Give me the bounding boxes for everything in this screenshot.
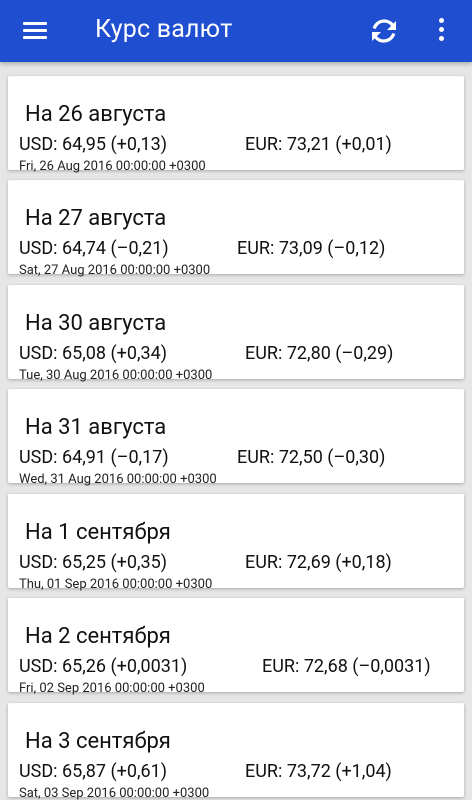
rate-timestamp: Fri, 02 Sep 2016 00:00:00 +0300 bbox=[19, 681, 205, 696]
rate-card[interactable]: На 31 августа USD: 64,91 (–0,17) EUR: 72… bbox=[8, 389, 464, 487]
menu-line bbox=[23, 22, 47, 25]
rate-date-title: На 27 августа bbox=[25, 206, 167, 231]
usd-rate: USD: 65,87 (+0,61) bbox=[19, 761, 167, 782]
more-vertical-icon[interactable] bbox=[430, 14, 454, 48]
refresh-icon[interactable] bbox=[366, 13, 402, 49]
rate-date-title: На 30 августа bbox=[25, 311, 167, 336]
rate-timestamp: Sat, 03 Sep 2016 00:00:00 +0300 bbox=[19, 786, 210, 800]
rate-card[interactable]: На 3 сентября USD: 65,87 (+0,61) EUR: 73… bbox=[8, 703, 464, 800]
eur-rate: EUR: 72,68 (–0,0031) bbox=[262, 656, 431, 677]
rate-date-title: На 31 августа bbox=[25, 415, 167, 440]
page-title: Курс валют bbox=[95, 15, 233, 44]
more-dot bbox=[439, 27, 444, 32]
usd-rate: USD: 65,08 (+0,34) bbox=[19, 343, 167, 364]
rate-date-title: На 26 августа bbox=[25, 102, 167, 127]
eur-rate: EUR: 72,69 (+0,18) bbox=[245, 552, 392, 573]
eur-rate: EUR: 73,21 (+0,01) bbox=[245, 134, 392, 155]
rate-card[interactable]: На 2 сентября USD: 65,26 (+0,0031) EUR: … bbox=[8, 598, 464, 696]
rate-timestamp: Fri, 26 Aug 2016 00:00:00 +0300 bbox=[19, 159, 206, 174]
rate-card[interactable]: На 30 августа USD: 65,08 (+0,34) EUR: 72… bbox=[8, 285, 464, 383]
rates-list[interactable]: На 26 августа USD: 64,95 (+0,13) EUR: 73… bbox=[0, 62, 472, 800]
usd-rate: USD: 65,25 (+0,35) bbox=[19, 552, 167, 573]
eur-rate: EUR: 72,80 (–0,29) bbox=[245, 343, 394, 364]
rate-date-title: На 2 сентября bbox=[25, 624, 171, 649]
rate-timestamp: Wed, 31 Aug 2016 00:00:00 +0300 bbox=[19, 472, 217, 487]
refresh-icon-graphic bbox=[372, 19, 396, 43]
rate-date-title: На 3 сентября bbox=[25, 729, 171, 754]
usd-rate: USD: 64,91 (–0,17) bbox=[19, 447, 169, 468]
usd-rate: USD: 64,74 (–0,21) bbox=[19, 238, 169, 259]
usd-rate: USD: 64,95 (+0,13) bbox=[19, 134, 167, 155]
rate-card[interactable]: На 1 сентября USD: 65,25 (+0,35) EUR: 72… bbox=[8, 494, 464, 592]
more-dot bbox=[439, 36, 444, 41]
eur-rate: EUR: 73,09 (–0,12) bbox=[237, 238, 386, 259]
eur-rate: EUR: 73,72 (+1,04) bbox=[245, 761, 392, 782]
usd-rate: USD: 65,26 (+0,0031) bbox=[19, 656, 188, 677]
rate-timestamp: Thu, 01 Sep 2016 00:00:00 +0300 bbox=[19, 577, 213, 592]
rate-date-title: На 1 сентября bbox=[25, 520, 171, 545]
rate-timestamp: Tue, 30 Aug 2016 00:00:00 +0300 bbox=[19, 368, 213, 383]
app-bar: Курс валют bbox=[0, 0, 472, 62]
rate-card[interactable]: На 27 августа USD: 64,74 (–0,21) EUR: 73… bbox=[8, 180, 464, 278]
rate-card[interactable]: На 26 августа USD: 64,95 (+0,13) EUR: 73… bbox=[8, 76, 464, 174]
rate-timestamp: Sat, 27 Aug 2016 00:00:00 +0300 bbox=[19, 263, 211, 278]
more-dot bbox=[439, 18, 444, 23]
eur-rate: EUR: 72,50 (–0,30) bbox=[237, 447, 386, 468]
menu-line bbox=[23, 29, 47, 32]
menu-line bbox=[23, 36, 47, 39]
hamburger-menu-icon[interactable] bbox=[20, 18, 50, 42]
